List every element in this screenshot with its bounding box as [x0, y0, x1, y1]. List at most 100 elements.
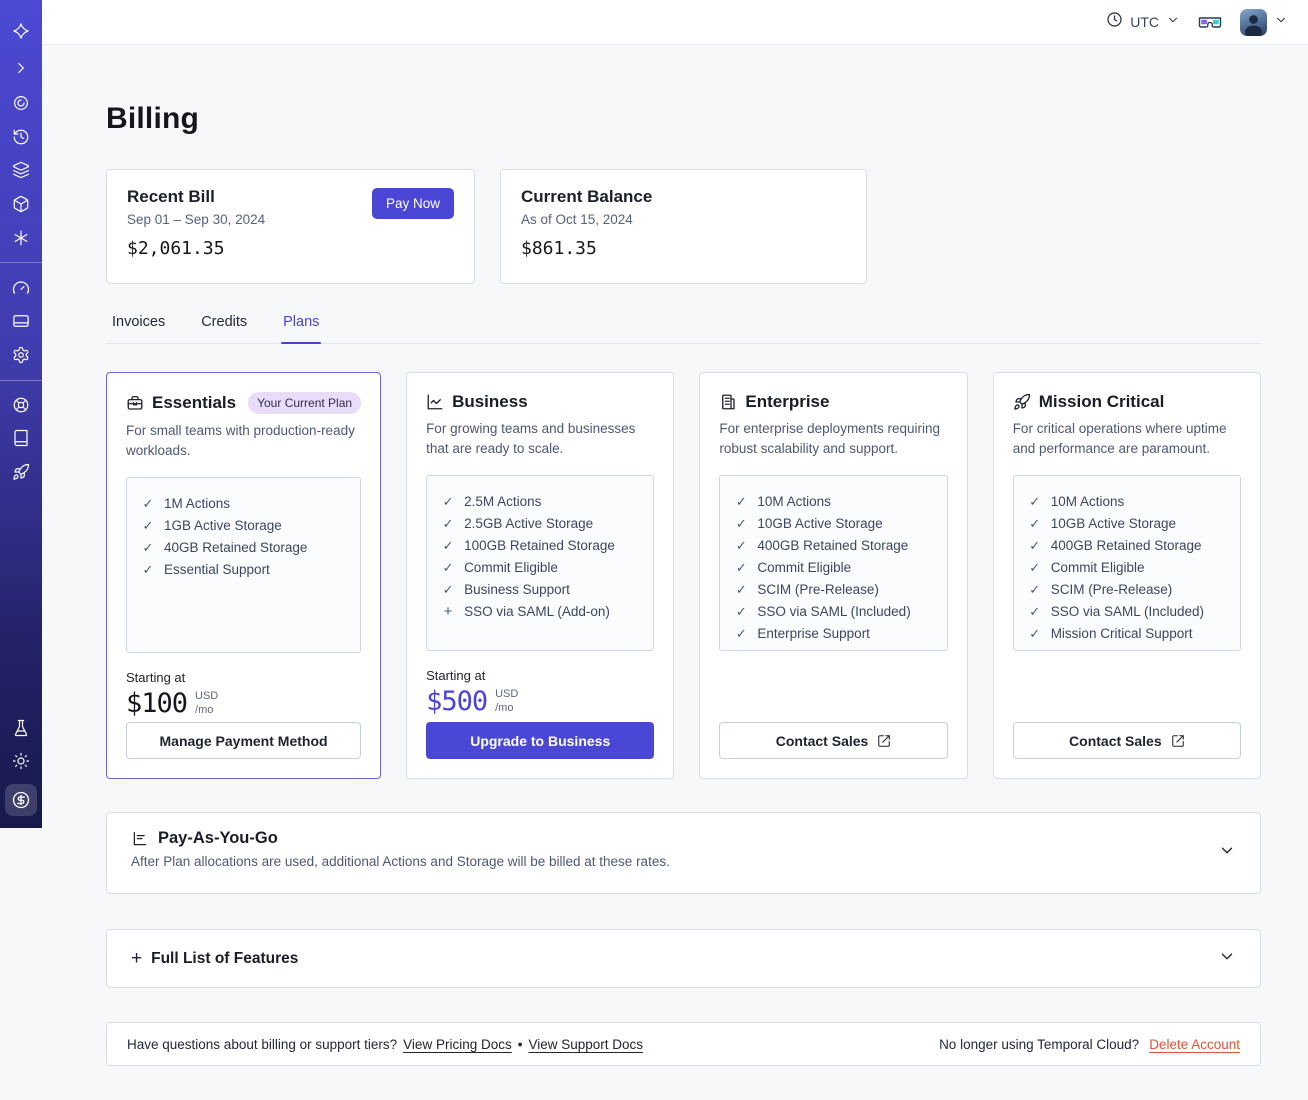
view-pricing-docs-link[interactable]: View Pricing Docs: [403, 1037, 512, 1052]
feature-label: Mission Critical Support: [1050, 625, 1193, 641]
chevron-right-icon[interactable]: [11, 58, 31, 78]
check-icon: ✓: [735, 559, 747, 575]
line-chart-icon: [427, 394, 443, 410]
plan-description: For small teams with production-ready wo…: [126, 423, 355, 459]
pay-now-button[interactable]: Pay Now: [371, 188, 454, 219]
current-balance-amount: $861.35: [521, 238, 597, 259]
feature-label: 100GB Retained Storage: [464, 537, 615, 553]
price-currency: USD: [495, 687, 519, 700]
check-icon: ✓: [1029, 559, 1041, 575]
tab-plans[interactable]: Plans: [281, 314, 322, 344]
feature-label: SSO via SAML (Included): [757, 603, 911, 619]
temporal-logo-icon[interactable]: [11, 21, 31, 41]
full-features-title: Full List of Features: [151, 949, 299, 967]
main-content: Billing Recent Bill Sep 01 – Sep 30, 202…: [106, 45, 1261, 1066]
chevron-down-icon[interactable]: [1218, 842, 1236, 865]
deployments-cube-icon[interactable]: [11, 194, 31, 214]
usage-gauge-icon[interactable]: [11, 278, 31, 298]
check-icon: ✓: [735, 537, 747, 553]
feature-label: SCIM (Pre-Release): [757, 581, 879, 597]
check-icon: ✓: [442, 537, 454, 553]
layers-icon[interactable]: [11, 160, 31, 180]
price-amount: $500: [426, 685, 488, 717]
external-link-icon: [878, 734, 891, 747]
toolbox-icon: [127, 395, 143, 410]
feature-label: 2.5GB Active Storage: [464, 515, 594, 531]
plan-feature: ✓ 10GB Active Storage: [734, 513, 938, 535]
getting-started-rocket-icon[interactable]: [11, 462, 31, 482]
schedules-icon[interactable]: [11, 127, 31, 147]
feature-label: SSO via SAML (Included): [1050, 603, 1204, 619]
payg-subtitle: After Plan allocations are used, additio…: [131, 854, 670, 869]
sidebar: [0, 0, 42, 828]
check-icon: ✓: [735, 625, 747, 641]
tab-credits[interactable]: Credits: [201, 314, 247, 343]
current-balance-title: Current Balance: [521, 187, 653, 206]
footer-right-text: No longer using Temporal Cloud?: [939, 1036, 1140, 1052]
tab-invoices[interactable]: Invoices: [112, 314, 165, 343]
billing-dollar-icon-active[interactable]: [5, 784, 37, 816]
recent-bill-amount: $2,061.35: [127, 238, 225, 259]
feature-label: 10GB Active Storage: [757, 515, 883, 531]
feature-label: 40GB Retained Storage: [164, 539, 308, 555]
labs-flask-icon[interactable]: [11, 718, 31, 738]
check-icon: ✓: [142, 539, 154, 555]
chevron-down-icon[interactable]: [1218, 947, 1236, 970]
3d-glasses-icon[interactable]: [1198, 14, 1222, 31]
manage-payment-method-button[interactable]: Manage Payment Method: [126, 722, 362, 759]
billing-card-icon[interactable]: [11, 311, 31, 331]
support-lifebuoy-icon[interactable]: [11, 395, 31, 415]
timezone-selector[interactable]: UTC: [1106, 11, 1180, 33]
button-label: Contact Sales: [775, 732, 869, 749]
current-plan-badge: Your Current Plan: [248, 392, 362, 414]
plans-grid: Essentials Your Current Plan For small t…: [106, 372, 1261, 779]
plan-feature: ✓ 1GB Active Storage: [141, 515, 352, 537]
plan-description: For growing teams and businesses that ar…: [426, 421, 636, 457]
clock-icon: [1106, 11, 1123, 33]
full-features-accordion[interactable]: + Full List of Features: [106, 929, 1261, 988]
sidebar-divider: [0, 262, 42, 263]
delete-account-link[interactable]: Delete Account: [1149, 1037, 1240, 1052]
topbar: UTC: [42, 0, 1308, 45]
contact-sales-button[interactable]: Contact Sales: [719, 722, 948, 759]
contact-sales-button[interactable]: Contact Sales: [1012, 722, 1241, 759]
view-support-docs-link[interactable]: View Support Docs: [528, 1037, 643, 1052]
rocket-icon: [1013, 393, 1030, 410]
docs-book-icon[interactable]: [11, 428, 31, 448]
upgrade-to-business-button[interactable]: Upgrade to Business: [426, 722, 655, 759]
nexus-asterisk-icon[interactable]: [11, 228, 31, 248]
plan-feature: ✓ 400GB Retained Storage: [734, 535, 938, 557]
check-icon: ✓: [735, 493, 747, 509]
namespaces-icon[interactable]: [11, 93, 31, 113]
settings-gear-icon[interactable]: [11, 345, 31, 365]
check-icon: ✓: [1029, 581, 1041, 597]
timezone-label: UTC: [1130, 14, 1159, 30]
plus-icon: +: [131, 947, 143, 969]
plan-feature: ✓ SSO via SAML (Included): [1028, 601, 1232, 623]
price-currency: USD: [195, 689, 219, 702]
check-icon: ✓: [1029, 603, 1041, 619]
feature-label: Commit Eligible: [757, 559, 852, 575]
check-icon: ✓: [1029, 515, 1041, 531]
feature-label: Commit Eligible: [464, 559, 558, 575]
account-menu[interactable]: [1240, 8, 1288, 36]
button-label: Contact Sales: [1069, 732, 1162, 749]
check-icon: ✓: [1029, 493, 1041, 509]
dot-separator: •: [517, 1036, 523, 1052]
price-period: /mo: [495, 702, 514, 714]
button-label: Manage Payment Method: [159, 732, 328, 749]
plan-features-box: ✓ 10M Actions ✓ 10GB Active Storage ✓ 400GB R…: [1012, 474, 1241, 651]
plus-icon: +: [443, 602, 453, 620]
plan-feature: ✓ 2.5GB Active Storage: [441, 513, 645, 535]
chevron-down-icon: [1166, 13, 1180, 32]
theme-sun-icon[interactable]: [11, 751, 31, 771]
check-icon: ✓: [442, 493, 454, 509]
feature-label: Enterprise Support: [757, 625, 870, 641]
check-icon: ✓: [142, 517, 154, 533]
plan-features-box: ✓ 1M Actions ✓ 1GB Active Storage ✓ 40GB Reta…: [126, 476, 362, 653]
plan-price-block: Starting at $100 USD /mo: [126, 670, 361, 719]
payg-accordion[interactable]: Pay-As-You-Go After Plan allocations are…: [106, 812, 1261, 894]
check-icon: ✓: [142, 495, 154, 511]
check-icon: ✓: [735, 515, 747, 531]
plan-feature: ✓ 10GB Active Storage: [1028, 513, 1232, 535]
